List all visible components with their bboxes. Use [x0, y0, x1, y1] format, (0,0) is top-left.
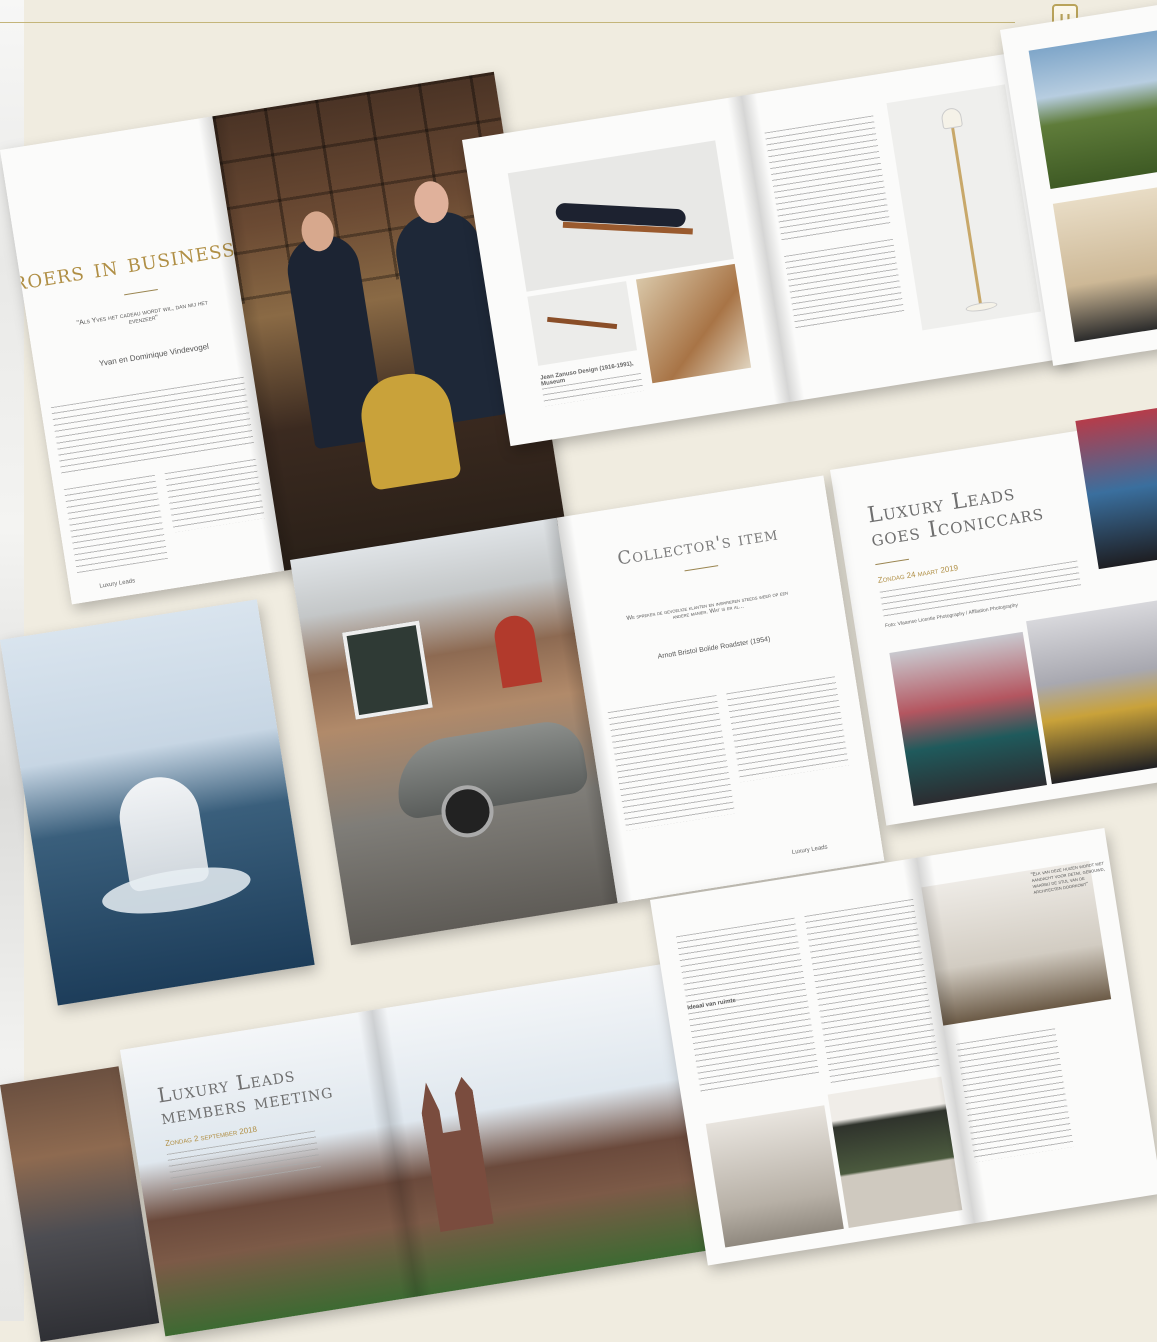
title-rule — [875, 558, 910, 566]
members-title: Luxury Leads members meeting — [156, 1058, 335, 1129]
spread-collectors-item[interactable]: Collector's item We spreken de gevoelige… — [290, 475, 885, 946]
title-rule — [684, 565, 719, 572]
estate-interior-image — [1052, 181, 1157, 343]
broers-body-text — [164, 458, 265, 533]
furniture-body-text — [784, 238, 905, 331]
collectors-intro: We spreken de gevoelige klanten en inspi… — [626, 590, 789, 623]
estate-park-image — [1028, 28, 1157, 190]
interior-room-image — [705, 1105, 844, 1248]
collectors-body-text — [607, 694, 736, 831]
spread-furniture[interactable]: Jean Zanuso Design (1916-1991), Museum — [462, 50, 1074, 447]
broers-byline: Yvan en Dominique Vindevogel — [98, 341, 210, 369]
showroom-right-image — [1075, 405, 1157, 570]
house-window — [342, 620, 433, 720]
broers-body-text — [50, 376, 255, 477]
title-rule — [124, 289, 158, 296]
collectors-folio: Luxury Leads — [791, 844, 829, 857]
chaise-small-image — [527, 281, 638, 366]
collectors-subtitle: Arnott Bristol Bolide Roadster (1954) — [657, 635, 771, 661]
broers-quote: "Als Yves het cadeau wordt wil, dan mij … — [76, 299, 209, 328]
spread-yacht[interactable] — [0, 599, 315, 1006]
chaise-small-frame — [547, 316, 618, 330]
showroom-mclaren-image — [1026, 600, 1157, 785]
header-divider — [0, 22, 1015, 23]
yacht-photo-page — [0, 599, 315, 1006]
spread-members-meeting[interactable]: Luxury Leads members meeting Zondag 2 se… — [120, 960, 734, 1337]
lamp-base — [965, 300, 998, 314]
broers-folio: Luxury Leads — [99, 578, 136, 590]
red-door — [491, 612, 543, 689]
iconiccars-title: Luxury Leads goes Iconiccars — [866, 478, 1046, 553]
lamp-pole — [949, 117, 983, 307]
chaise-detail-image — [635, 263, 752, 384]
spread-interior[interactable]: Ideaal van ruimte "Elk van deze huizen w… — [650, 828, 1157, 1266]
furniture-body-text — [764, 115, 891, 242]
broers-title: roers in business — [10, 232, 238, 298]
showroom-car-image — [889, 631, 1047, 807]
spread-iconiccars[interactable]: Luxury Leads goes Iconiccars Zondag 24 m… — [830, 405, 1157, 826]
gutter — [357, 1007, 433, 1299]
collectors-title: Collector's item — [616, 523, 780, 570]
broers-body-text — [63, 474, 169, 574]
collectors-body-text — [726, 676, 849, 783]
lamp-shade — [940, 106, 964, 130]
